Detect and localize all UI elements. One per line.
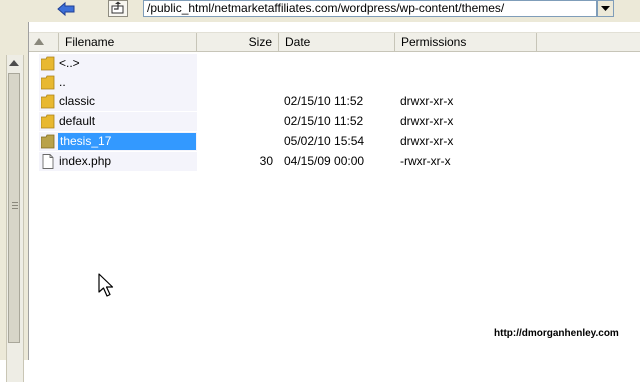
file-name: default [59,114,96,128]
scroll-up-arrow-icon[interactable] [9,59,19,66]
scrollbar-thumb[interactable] [8,73,20,343]
document-icon [42,154,54,169]
file-row[interactable]: .. [29,73,640,92]
mouse-pointer-icon [98,273,114,297]
column-header-date[interactable]: Date [279,33,395,51]
left-pane-edge [0,22,28,382]
file-permissions: drwxr-xr-x [400,114,454,128]
folder-icon [41,75,55,90]
file-name: classic [59,94,96,108]
file-permissions: -rwxr-xr-x [400,154,451,168]
file-name: .. [59,75,66,89]
sort-column-header[interactable] [29,33,59,51]
file-permissions: drwxr-xr-x [400,94,454,108]
file-row[interactable]: index.php 30 04/15/09 00:00 -rwxr-xr-x [29,152,640,171]
column-header-size[interactable]: Size [197,33,279,51]
file-row[interactable]: classic 02/15/10 11:52 drwxr-xr-x [29,92,640,111]
column-header-filename[interactable]: Filename [59,33,197,51]
chevron-down-icon [601,6,610,11]
file-name: index.php [59,154,112,168]
file-row[interactable]: <..> [29,54,640,73]
folder-icon [41,134,55,149]
folder-icon [41,56,55,71]
parent-directory-button[interactable] [108,0,128,17]
file-date: 02/15/10 11:52 [284,114,364,128]
file-name: <..> [59,56,80,70]
remote-file-list[interactable]: Filename Size Date Permissions <..> .. c… [28,22,640,360]
remote-path-field[interactable]: /public_html/netmarketaffiliates.com/wor… [143,0,597,17]
thumb-grip-line [12,208,18,209]
file-date: 04/15/09 00:00 [284,154,365,168]
file-list-header: Filename Size Date Permissions [29,32,640,52]
file-row[interactable]: default 02/15/10 11:52 drwxr-xr-x [29,112,640,131]
file-date: 02/15/10 11:52 [284,94,364,108]
file-size: 30 [259,154,273,168]
file-date: 05/02/10 15:54 [284,134,365,148]
file-name: thesis_17 [58,133,196,150]
path-history-dropdown[interactable] [597,0,614,17]
folder-up-icon [111,1,124,14]
file-row-selected[interactable]: thesis_17 05/02/10 15:54 drwxr-xr-x [29,132,640,151]
back-arrow-icon [57,1,75,17]
sort-ascending-icon [34,38,44,45]
left-pane-scrollbar[interactable] [6,55,24,382]
watermark-url: http://dmorganhenley.com [494,328,619,339]
path-toolbar: /public_html/netmarketaffiliates.com/wor… [0,0,640,23]
column-header-permissions[interactable]: Permissions [395,33,537,51]
file-permissions: drwxr-xr-x [400,134,454,148]
folder-icon [41,114,55,129]
thumb-grip-line [12,202,18,203]
thumb-grip-line [12,205,18,206]
back-button[interactable] [56,1,78,17]
folder-icon [41,94,55,109]
